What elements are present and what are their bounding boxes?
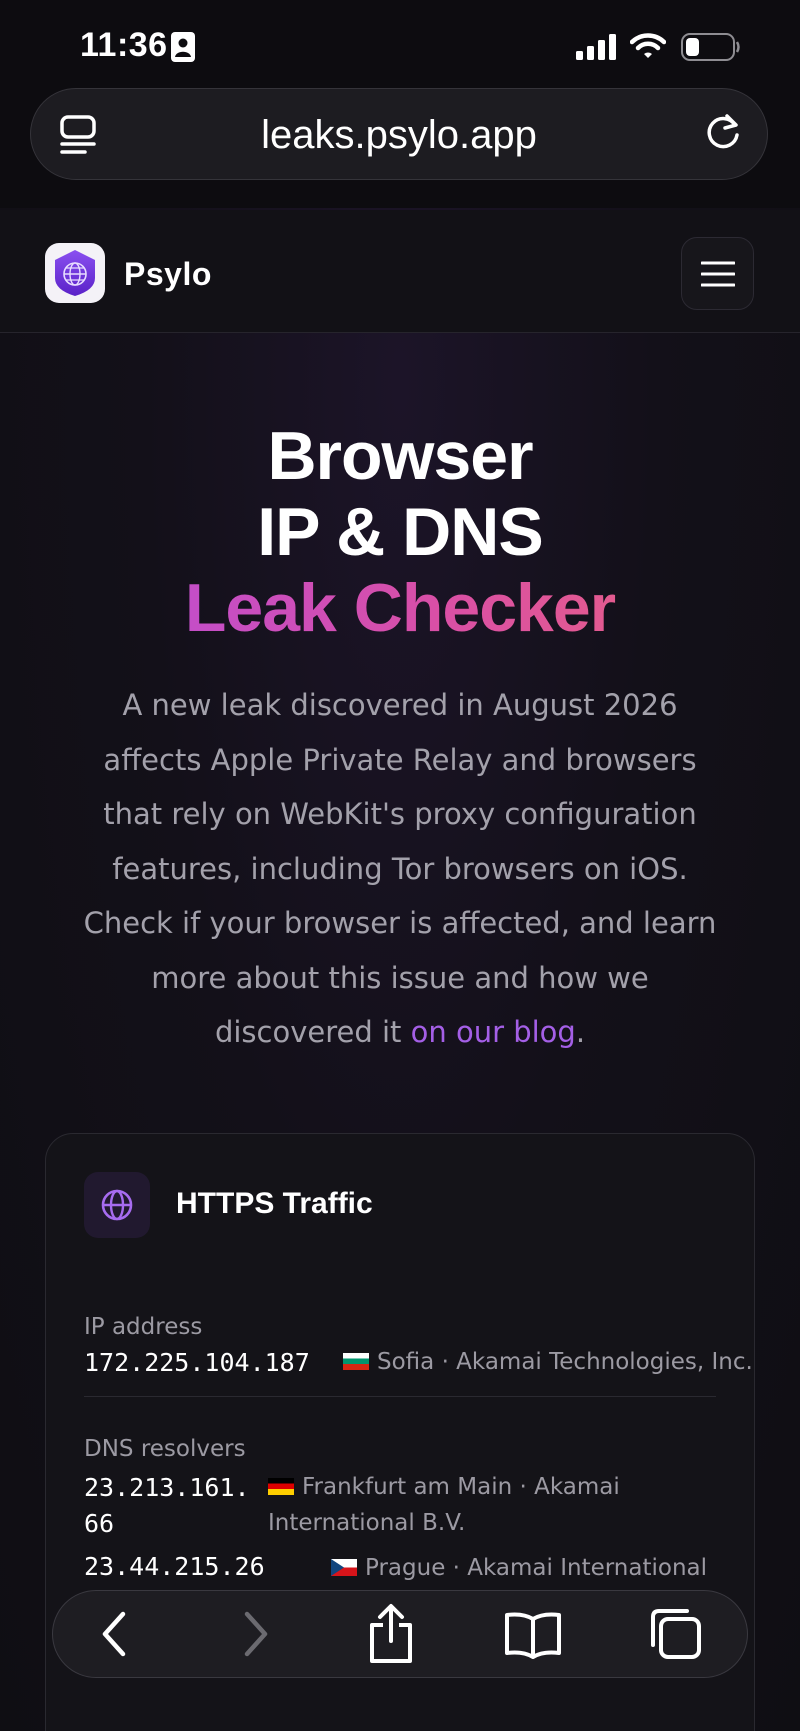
ip-location: Sofia · Akamai Technologies, Inc. bbox=[343, 1344, 753, 1380]
status-time: 11:36 bbox=[80, 26, 168, 64]
psylo-shield-logo-icon[interactable] bbox=[45, 243, 105, 303]
hero-title-line2: IP & DNS bbox=[257, 494, 543, 570]
ip-address-label: IP address bbox=[84, 1314, 203, 1340]
screen: 11:36 leaks.psylo.app Psylo Browser IP &… bbox=[0, 0, 800, 1731]
dns-resolver-1-ip: 23.213.161. 66 bbox=[84, 1470, 250, 1542]
hero-description: A new leak discovered in August 2026 aff… bbox=[80, 678, 720, 1060]
card-title: HTTPS Traffic bbox=[176, 1187, 373, 1220]
hero-description-text: A new leak discovered in August 2026 aff… bbox=[83, 688, 717, 1049]
url-text[interactable]: leaks.psylo.app bbox=[31, 113, 767, 158]
dns-resolver-2-ip: 23.44.215.26 bbox=[84, 1552, 265, 1581]
czechia-flag-icon bbox=[331, 1559, 357, 1576]
hero-description-period: . bbox=[575, 1015, 586, 1049]
blog-link[interactable]: on our blog bbox=[411, 1015, 576, 1049]
bulgaria-flag-icon bbox=[343, 1353, 369, 1370]
card-icon-box bbox=[84, 1172, 150, 1238]
dns-resolver-1-location-line2: International B.V. bbox=[268, 1510, 466, 1536]
brand-name[interactable]: Psylo bbox=[124, 256, 212, 293]
dns-resolver-1-location-line1: Frankfurt am Main · Akamai bbox=[302, 1474, 620, 1500]
forward-icon[interactable] bbox=[233, 1607, 277, 1661]
card-divider bbox=[84, 1396, 716, 1397]
hero-title-highlight: Leak Checker bbox=[0, 570, 800, 646]
hamburger-menu-icon bbox=[700, 261, 735, 286]
dns-resolver-1-ip-line2: 66 bbox=[84, 1509, 115, 1538]
contact-card-icon bbox=[171, 32, 195, 62]
browser-bottom-toolbar bbox=[52, 1590, 748, 1678]
dns-resolvers-label: DNS resolvers bbox=[84, 1436, 246, 1462]
germany-flag-icon bbox=[268, 1478, 294, 1495]
back-icon[interactable] bbox=[93, 1607, 137, 1661]
dns-resolver-1-ip-line1: 23.213.161. bbox=[84, 1473, 250, 1502]
battery-icon bbox=[681, 33, 740, 61]
globe-icon bbox=[101, 1189, 133, 1221]
tabs-icon[interactable] bbox=[647, 1605, 703, 1661]
reload-icon[interactable] bbox=[701, 111, 745, 155]
wifi-icon bbox=[630, 33, 666, 58]
dns-resolver-1-location: Frankfurt am Main · Akamai International… bbox=[268, 1469, 620, 1541]
status-bar: 11:36 bbox=[0, 0, 800, 90]
browser-toolbar-top: leaks.psylo.app bbox=[0, 88, 800, 208]
site-header: Psylo bbox=[0, 210, 800, 333]
hero-title: Browser IP & DNS Leak Checker bbox=[0, 418, 800, 646]
address-bar[interactable]: leaks.psylo.app bbox=[30, 88, 768, 180]
share-icon[interactable] bbox=[366, 1603, 416, 1665]
hero-title-line1: Browser bbox=[267, 418, 533, 494]
bookmarks-icon[interactable] bbox=[503, 1609, 563, 1661]
cellular-signal-icon bbox=[576, 34, 616, 60]
hamburger-menu-button[interactable] bbox=[681, 237, 754, 310]
ip-location-text: Sofia · Akamai Technologies, Inc. bbox=[377, 1349, 753, 1375]
ip-address-value: 172.225.104.187 bbox=[84, 1348, 310, 1377]
